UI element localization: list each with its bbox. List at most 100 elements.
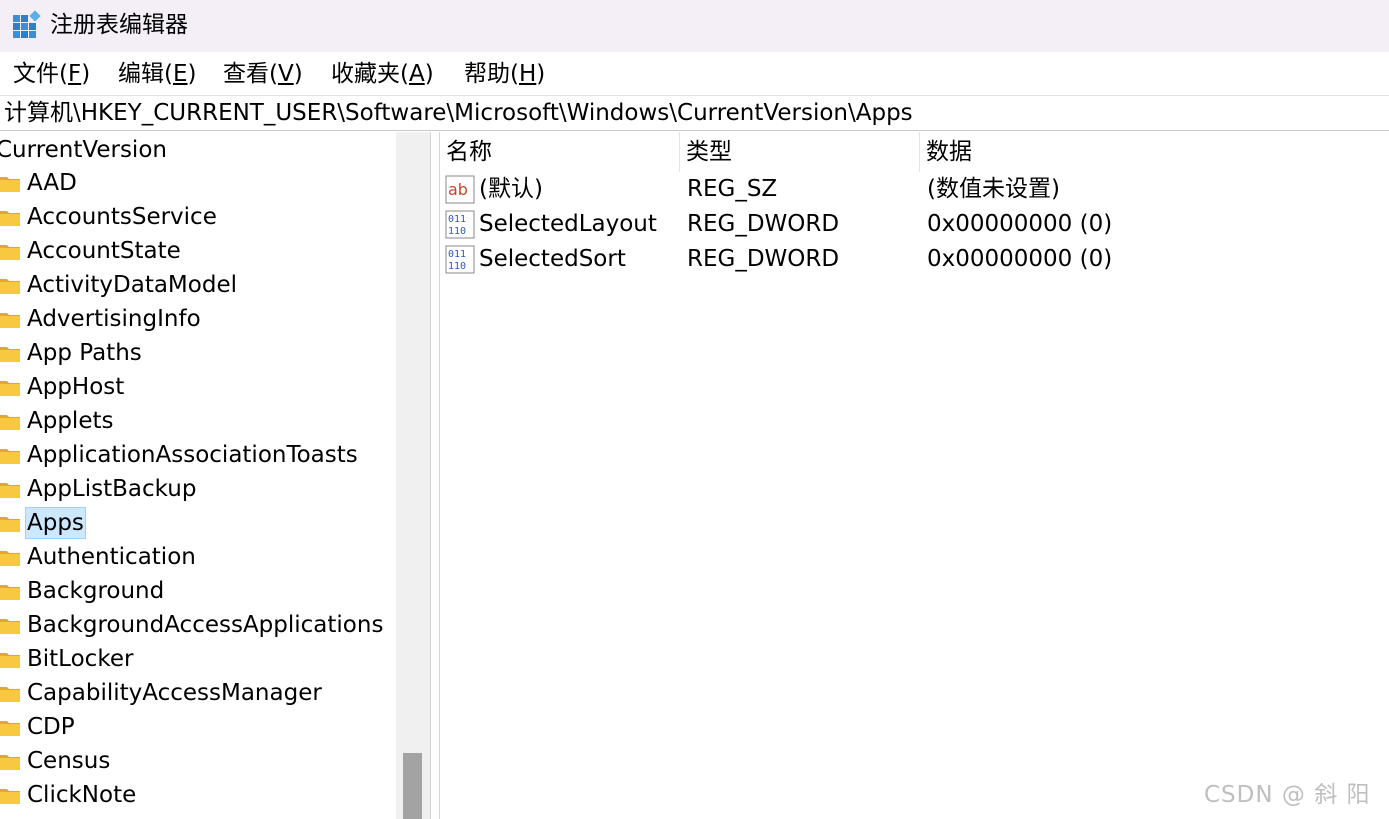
folder-icon [0, 380, 20, 396]
value-type: REG_SZ [687, 176, 778, 202]
tree-item-label: AAD [27, 170, 77, 196]
folder-icon [0, 516, 20, 532]
tree-item[interactable]: AppHost [0, 370, 125, 404]
folder-icon [0, 278, 20, 294]
registry-editor-icon [13, 10, 41, 38]
string-value-icon: ab [445, 175, 475, 204]
svg-text:110: 110 [448, 261, 466, 272]
key-tree[interactable]: CurrentVersion AAD AccountsService Account… [0, 132, 430, 819]
svg-text:011: 011 [448, 214, 466, 225]
menu-file[interactable]: 文件(F) [13, 59, 90, 89]
tree-item[interactable]: AAD [0, 166, 78, 200]
tree-item-label: CDP [27, 714, 75, 740]
tree-item-label: AccountState [27, 238, 181, 264]
menu-edit[interactable]: 编辑(E) [118, 59, 197, 89]
address-path[interactable]: 计算机\HKEY_CURRENT_USER\Software\Microsoft… [4, 98, 913, 128]
menu-help-key: H [518, 61, 537, 87]
tree-item[interactable]: App Paths [0, 336, 143, 370]
svg-text:011: 011 [448, 249, 466, 260]
csdn-watermark: CSDN @ 斜 阳 [1204, 782, 1371, 808]
menu-edit-key: E [172, 61, 188, 87]
tree-parent-currentversion[interactable]: CurrentVersion [0, 135, 167, 165]
folder-icon [0, 550, 20, 566]
value-type: REG_DWORD [687, 211, 840, 237]
title-bar[interactable]: 注册表编辑器 [0, 0, 1389, 52]
tree-item-label: Applets [27, 408, 114, 434]
menu-edit-suffix: ) [187, 61, 197, 87]
menu-help[interactable]: 帮助(H) [464, 59, 545, 89]
folder-icon [0, 754, 20, 770]
folder-icon [0, 312, 20, 328]
folder-icon [0, 584, 20, 600]
tree-item-label: BitLocker [27, 646, 134, 672]
tree-item-label: AppListBackup [27, 476, 197, 502]
tree-scroll-thumb[interactable] [403, 753, 422, 819]
menu-favorites-suffix: ) [424, 61, 434, 87]
menu-help-label: 帮助( [464, 61, 519, 87]
tree-item[interactable]: Census [0, 744, 111, 778]
tree-item-label: CapabilityAccessManager [27, 680, 322, 706]
menu-view-key: V [277, 61, 294, 87]
menu-favorites[interactable]: 收藏夹(A) [331, 59, 434, 89]
tree-item[interactable]: CDP [0, 710, 76, 744]
values-list[interactable]: 名称 类型 数据 ab (默认) REG_SZ (数值未设置) 011 110 Select… [440, 132, 1389, 819]
folder-icon [0, 652, 20, 668]
menu-view-suffix: ) [293, 61, 303, 87]
tree-item-label: ApplicationAssociationToasts [27, 442, 358, 468]
menu-favorites-label: 收藏夹( [331, 61, 409, 87]
address-bar[interactable]: 计算机\HKEY_CURRENT_USER\Software\Microsoft… [0, 95, 1389, 131]
tree-item-label: Authentication [27, 544, 196, 570]
tree-item[interactable]: Applets [0, 404, 114, 438]
window-title: 注册表编辑器 [50, 12, 188, 38]
menu-help-suffix: ) [536, 61, 546, 87]
column-header-type[interactable]: 类型 [680, 132, 920, 172]
tree-item[interactable]: AccountsService [0, 200, 218, 234]
folder-icon [0, 788, 20, 804]
menu-bar: 文件(F) 编辑(E) 查看(V) 收藏夹(A) 帮助(H) [0, 54, 1389, 92]
folder-icon [0, 210, 20, 226]
tree-item[interactable]: BitLocker [0, 642, 134, 676]
value-row[interactable]: ab (默认) REG_SZ (数值未设置) [440, 172, 1389, 207]
tree-item-label: App Paths [27, 340, 142, 366]
tree-item-label: ClickNote [27, 782, 137, 808]
tree-item-label: ActivityDataModel [27, 272, 237, 298]
tree-item[interactable]: Background [0, 574, 165, 608]
tree-item[interactable]: Authentication [0, 540, 197, 574]
tree-item[interactable]: BackgroundAccessApplications [0, 608, 384, 642]
menu-edit-label: 编辑( [118, 61, 173, 87]
menu-favorites-key: A [408, 61, 425, 87]
folder-icon [0, 414, 20, 430]
tree-item-label: Background [27, 578, 165, 604]
tree-item[interactable]: AccountState [0, 234, 182, 268]
folder-icon [0, 720, 20, 736]
tree-item[interactable]: AdvertisingInfo [0, 302, 202, 336]
registry-editor-window: 注册表编辑器 文件(F) 编辑(E) 查看(V) 收藏夹(A) 帮助(H) 计算… [0, 0, 1389, 819]
tree-item-label: AccountsService [27, 204, 217, 230]
tree-item[interactable]: ApplicationAssociationToasts [0, 438, 359, 472]
value-data: 0x00000000 (0) [927, 211, 1113, 237]
tree-item[interactable]: CapabilityAccessManager [0, 676, 323, 710]
tree-item-label: AdvertisingInfo [27, 306, 201, 332]
menu-file-key: F [67, 61, 82, 87]
menu-view[interactable]: 查看(V) [223, 59, 303, 89]
svg-text:110: 110 [448, 226, 466, 237]
tree-item[interactable]: ActivityDataModel [0, 268, 238, 302]
column-header-data[interactable]: 数据 [920, 132, 1389, 172]
folder-icon [0, 244, 20, 260]
column-header-name[interactable]: 名称 [440, 132, 680, 172]
tree-item[interactable]: ClickNote [0, 778, 137, 812]
tree-item-label: BackgroundAccessApplications [27, 612, 384, 638]
tree-item[interactable]: AppListBackup [0, 472, 197, 506]
value-row[interactable]: 011 110 SelectedLayout REG_DWORD 0x00000000 … [440, 207, 1389, 242]
tree-item-label: Census [27, 748, 111, 774]
folder-icon [0, 448, 20, 464]
tree-item[interactable]: Apps [0, 506, 86, 540]
menu-view-label: 查看( [223, 61, 278, 87]
value-row[interactable]: 011 110 SelectedSort REG_DWORD 0x00000000 (0… [440, 242, 1389, 277]
value-name: SelectedLayout [479, 211, 657, 237]
pane-splitter[interactable] [430, 132, 440, 819]
value-data: (数值未设置) [927, 176, 1060, 202]
tree-scrollbar[interactable] [396, 132, 430, 819]
folder-icon [0, 618, 20, 634]
binary-value-icon: 011110 [445, 245, 475, 274]
